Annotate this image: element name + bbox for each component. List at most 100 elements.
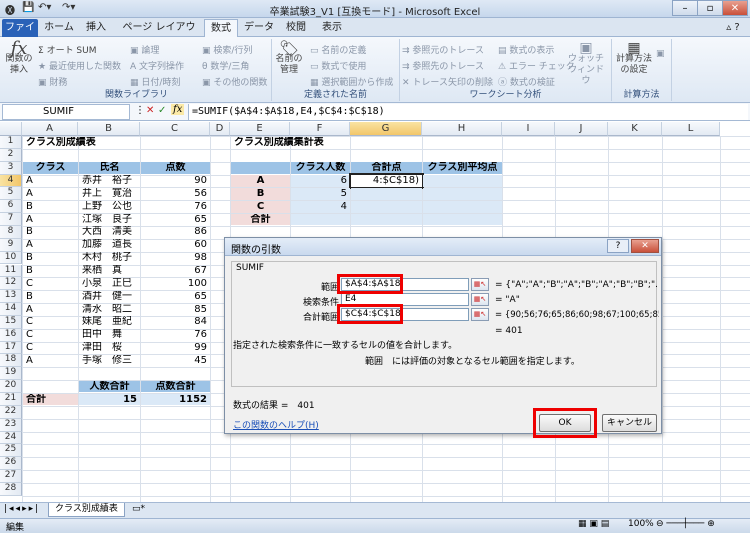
- header-class[interactable]: クラス: [23, 162, 78, 175]
- cancel-button[interactable]: キャンセル: [602, 414, 657, 432]
- row-header-19[interactable]: 19: [0, 367, 22, 381]
- row-header-12[interactable]: 12: [0, 277, 22, 291]
- record-score[interactable]: 76: [141, 201, 210, 213]
- record-class[interactable]: C: [23, 329, 78, 341]
- sheet-nav-arrows[interactable]: |◂◂▸▸|: [4, 504, 40, 514]
- row-header-6[interactable]: 6: [0, 200, 22, 214]
- tab-review[interactable]: 校閲: [280, 19, 312, 37]
- logical-button[interactable]: ▣ 論理: [130, 43, 159, 56]
- record-class[interactable]: C: [23, 316, 78, 328]
- summary-total-score[interactable]: [351, 213, 422, 226]
- enter-icon[interactable]: ✓: [158, 105, 166, 116]
- column-header-B[interactable]: B: [78, 122, 140, 136]
- row-header-28[interactable]: 28: [0, 482, 22, 496]
- tab-file[interactable]: ファイル: [2, 19, 38, 50]
- row-header-7[interactable]: 7: [0, 213, 22, 226]
- summary-header-blank[interactable]: [231, 162, 290, 175]
- total-count-value[interactable]: 15: [79, 393, 140, 406]
- tab-page-layout[interactable]: ページ レイアウト: [118, 19, 200, 50]
- sheet-title-right[interactable]: クラス別成績集計表: [231, 137, 422, 149]
- summary-count[interactable]: 6: [291, 175, 350, 187]
- record-score[interactable]: 98: [141, 252, 210, 264]
- insert-sheet-icon[interactable]: ▭*: [132, 504, 145, 514]
- record-name[interactable]: 小泉 正巳: [79, 278, 140, 290]
- autosum-button[interactable]: Σ オート SUM: [38, 43, 97, 56]
- record-class[interactable]: B: [23, 201, 78, 213]
- trace-dependents-button[interactable]: ⇉ 参照先のトレース: [402, 59, 484, 72]
- watch-window-button[interactable]: ▣ ウォッチウィンドウ: [566, 41, 606, 87]
- row-header-16[interactable]: 16: [0, 328, 22, 342]
- column-header-D[interactable]: D: [210, 122, 230, 136]
- record-class[interactable]: A: [23, 188, 78, 200]
- record-score[interactable]: 99: [141, 342, 210, 354]
- record-class[interactable]: A: [23, 239, 78, 251]
- row-header-14[interactable]: 14: [0, 303, 22, 316]
- row-header-27[interactable]: 27: [0, 470, 22, 483]
- define-name-button[interactable]: ▭ 名前の定義: [310, 43, 366, 56]
- column-header-K[interactable]: K: [608, 122, 662, 136]
- record-score[interactable]: 90: [141, 175, 210, 187]
- row-header-11[interactable]: 11: [0, 264, 22, 278]
- record-name[interactable]: 津田 桜: [79, 342, 140, 354]
- record-class[interactable]: A: [23, 175, 78, 187]
- summary-count[interactable]: 4: [291, 200, 350, 213]
- summary-average[interactable]: [423, 175, 502, 187]
- sheet-title-left[interactable]: クラス別成績表: [23, 137, 140, 149]
- record-score[interactable]: 85: [141, 304, 210, 316]
- record-score[interactable]: 45: [141, 355, 210, 367]
- row-header-15[interactable]: 15: [0, 315, 22, 329]
- record-name[interactable]: 木村 桃子: [79, 252, 140, 264]
- summary-class[interactable]: A: [231, 175, 290, 187]
- column-header-I[interactable]: I: [502, 122, 555, 136]
- total-score-value[interactable]: 1152: [141, 393, 210, 406]
- summary-score[interactable]: 4:$C$18): [349, 173, 424, 189]
- column-header-L[interactable]: L: [662, 122, 720, 136]
- row-header-20[interactable]: 20: [0, 380, 22, 393]
- column-header-J[interactable]: J: [555, 122, 608, 136]
- tab-formulas[interactable]: 数式: [204, 19, 238, 37]
- summary-total-label[interactable]: 合計: [231, 213, 290, 226]
- record-class[interactable]: B: [23, 265, 78, 277]
- record-score[interactable]: 84: [141, 316, 210, 328]
- record-class[interactable]: C: [23, 278, 78, 290]
- summary-header-average[interactable]: クラス別平均点: [423, 162, 502, 175]
- record-name[interactable]: 酒井 健一: [79, 291, 140, 303]
- lookup-button[interactable]: ▣ 検索/行列: [202, 43, 252, 56]
- summary-score[interactable]: [351, 200, 422, 213]
- record-score[interactable]: 60: [141, 239, 210, 251]
- column-header-A[interactable]: A: [22, 122, 78, 136]
- record-name[interactable]: 上野 公也: [79, 201, 140, 213]
- row-header-4[interactable]: 4: [0, 174, 22, 188]
- record-name[interactable]: 手塚 修三: [79, 355, 140, 367]
- summary-total-average[interactable]: [423, 213, 502, 226]
- arg1-ref-button[interactable]: ▦↖: [471, 278, 489, 291]
- row-header-17[interactable]: 17: [0, 341, 22, 355]
- name-manager-button[interactable]: 🏷 名前の管理: [274, 41, 304, 76]
- tab-view[interactable]: 表示: [316, 19, 348, 37]
- close-window-button[interactable]: ✕: [722, 0, 748, 16]
- tab-data[interactable]: データ: [242, 19, 276, 37]
- record-name[interactable]: 田中 舞: [79, 329, 140, 341]
- summary-class[interactable]: B: [231, 187, 290, 200]
- sheet-tab-active[interactable]: クラス別成績表: [48, 503, 125, 517]
- column-header-H[interactable]: H: [422, 122, 502, 136]
- summary-average[interactable]: [423, 187, 502, 200]
- column-header-E[interactable]: E: [230, 122, 290, 136]
- row-header-24[interactable]: 24: [0, 431, 22, 445]
- record-name[interactable]: 大西 清美: [79, 226, 140, 238]
- record-class[interactable]: B: [23, 291, 78, 303]
- summary-class[interactable]: C: [231, 200, 290, 213]
- arg2-ref-button[interactable]: ▦↖: [471, 293, 489, 306]
- summary-total-count[interactable]: [291, 213, 350, 226]
- summary-score[interactable]: [351, 187, 422, 200]
- row-header-8[interactable]: 8: [0, 225, 22, 239]
- row-header-2[interactable]: 2: [0, 148, 22, 162]
- calc-now-icon[interactable]: ▣: [656, 49, 665, 59]
- insert-function-button[interactable]: fx 関数の挿入: [4, 40, 34, 76]
- record-score[interactable]: 86: [141, 226, 210, 238]
- total-score-label[interactable]: 点数合計: [141, 380, 210, 393]
- total-label[interactable]: 合計: [23, 393, 78, 406]
- row-header-9[interactable]: 9: [0, 238, 22, 252]
- row-header-26[interactable]: 26: [0, 457, 22, 471]
- row-header-25[interactable]: 25: [0, 444, 22, 458]
